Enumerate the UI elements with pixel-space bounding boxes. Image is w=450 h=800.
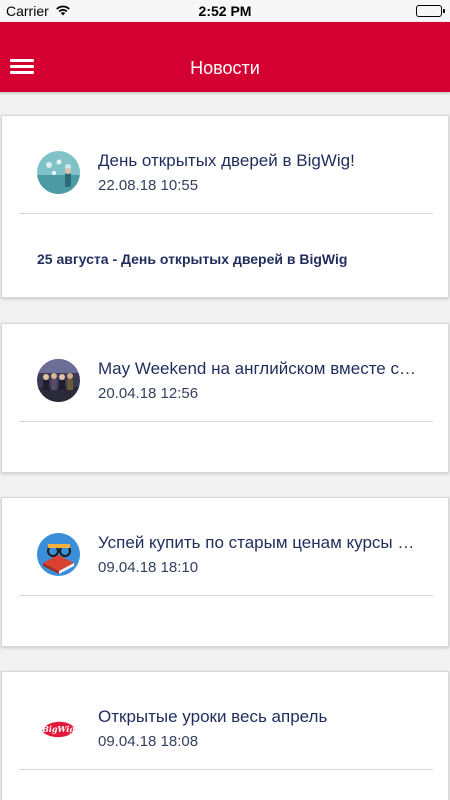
news-card[interactable]: May Weekend на английском вместе с BigWi… <box>1 323 449 473</box>
news-title: May Weekend на английском вместе с BigWi… <box>98 359 418 378</box>
page-title: Новости <box>190 58 260 78</box>
divider <box>19 421 433 422</box>
divider <box>19 213 433 214</box>
news-thumbnail: BigWig <box>37 707 80 750</box>
news-title: День открытых дверей в BigWig! <box>98 151 355 170</box>
news-card[interactable]: Успей купить по старым ценам курсы BigWi… <box>1 497 449 647</box>
news-title: Открытые уроки весь апрель <box>98 707 328 726</box>
news-date: 22.08.18 10:55 <box>98 177 199 194</box>
divider <box>19 769 433 770</box>
news-thumbnail <box>37 533 80 576</box>
news-title: Успей купить по старым ценам курсы BigWi… <box>98 533 418 552</box>
news-thumbnail <box>37 151 80 194</box>
news-card[interactable]: BigWig Открытые уроки весь апрель 09.04.… <box>1 671 449 800</box>
news-excerpt: 25 августа - День открытых дверей в BigW… <box>37 251 348 267</box>
news-card[interactable]: День открытых дверей в BigWig! 22.08.18 … <box>1 115 449 298</box>
news-thumbnail <box>37 359 80 402</box>
news-date: 09.04.18 18:10 <box>98 559 199 576</box>
app-bar: Новости <box>0 22 450 92</box>
status-bar: Carrier 2:52 PM <box>0 0 450 22</box>
divider <box>19 595 433 596</box>
battery-icon <box>416 5 445 17</box>
news-date: 09.04.18 18:08 <box>98 733 199 750</box>
bigwig-logo-text: BigWig <box>41 724 75 734</box>
news-date: 20.04.18 12:56 <box>98 385 199 402</box>
status-time: 2:52 PM <box>198 3 252 19</box>
